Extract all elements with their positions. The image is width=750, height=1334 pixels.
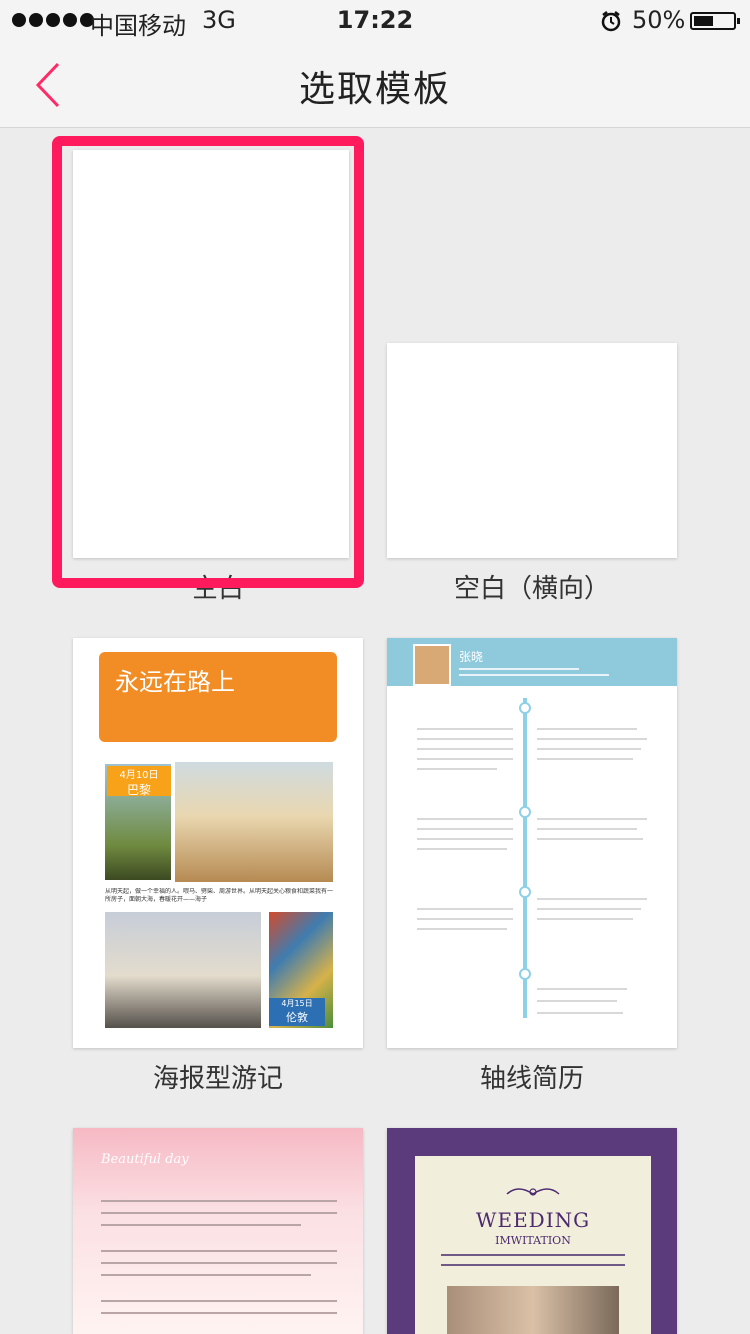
- resume-text-line: [537, 838, 643, 840]
- resume-name: 张晓: [459, 650, 484, 664]
- navigation-bar: 选取模板: [0, 42, 750, 128]
- battery-percentage: 50%: [632, 6, 686, 34]
- timeline-node: [519, 806, 531, 818]
- alarm-icon: [601, 11, 621, 32]
- resume-text-line: [537, 828, 637, 830]
- page-title: 选取模板: [298, 69, 451, 110]
- resume-text-line: [417, 738, 513, 740]
- invitation-card: WEEDING IMWITATION: [415, 1156, 651, 1334]
- timeline-node: [519, 968, 531, 980]
- resume-text-line: [537, 988, 627, 990]
- battery-icon: [690, 12, 740, 30]
- template-axis-resume[interactable]: 张晓: [387, 638, 677, 1048]
- resume-text-line: [537, 1012, 623, 1014]
- resume-text-line: [537, 758, 633, 760]
- template-text-line: [101, 1300, 337, 1302]
- template-text-line: [441, 1254, 625, 1256]
- resume-header-line: [459, 674, 609, 676]
- resume-text-line: [537, 738, 647, 740]
- date-tag-paris: 4月10日 巴黎: [107, 766, 171, 797]
- status-bar: 中国移动 3G 17:22 50%: [0, 0, 750, 42]
- poster-caption: 从明天起，做一个幸福的人。喂马、劈柴、周游世界。从明天起关心粮食和蔬菜我有一所房…: [105, 888, 333, 903]
- ornament-icon: [506, 1188, 560, 1196]
- resume-text-line: [417, 768, 497, 770]
- resume-text-line: [537, 898, 647, 900]
- timeline-node: [519, 886, 531, 898]
- template-label: 空白（横向）: [453, 574, 610, 604]
- template-text-line: [101, 1224, 301, 1226]
- poster-intro-text: [111, 698, 329, 736]
- resume-text-line: [417, 828, 513, 830]
- resume-text-line: [417, 838, 513, 840]
- london-photo: [105, 912, 261, 1028]
- couple-photo: [447, 1286, 619, 1334]
- template-text-line: [101, 1250, 337, 1252]
- template-label: 轴线简历: [479, 1064, 584, 1094]
- resume-text-line: [417, 928, 507, 930]
- poster-banner: 永远在路上: [99, 652, 337, 742]
- resume-text-line: [537, 1000, 617, 1002]
- tag-date: 4月15日: [281, 999, 313, 1008]
- resume-text-line: [537, 918, 633, 920]
- resume-text-line: [417, 728, 513, 730]
- invitation-subtitle: IMWITATION: [495, 1234, 571, 1247]
- resume-header-line: [459, 668, 579, 670]
- resume-text-line: [537, 818, 647, 820]
- resume-text-line: [417, 818, 513, 820]
- resume-header: 张晓: [387, 638, 677, 686]
- template-beautiful-day[interactable]: Beautiful day: [73, 1128, 363, 1334]
- tag-place: 巴黎: [126, 783, 151, 797]
- selection-highlight: [52, 136, 364, 588]
- template-label: 海报型游记: [152, 1064, 283, 1094]
- template-wedding-invitation[interactable]: WEEDING IMWITATION: [387, 1128, 677, 1334]
- resume-photo: [413, 644, 451, 686]
- resume-text-line: [417, 748, 513, 750]
- timeline-node: [519, 702, 531, 714]
- resume-text-line: [417, 848, 507, 850]
- template-poster-travelogue[interactable]: 永远在路上 4月10日 巴黎 从明天起，做一个幸福的人。喂马、劈柴、周游世界。从…: [73, 638, 363, 1048]
- invitation-title: WEEDING: [475, 1208, 591, 1232]
- date-tag-london: 4月15日 伦敦: [269, 998, 325, 1026]
- resume-text-line: [537, 908, 641, 910]
- template-text-line: [441, 1264, 625, 1266]
- paris-photo: [175, 762, 333, 882]
- resume-text-line: [417, 908, 513, 910]
- poster-title: 永远在路上: [115, 668, 235, 696]
- template-text-line: [101, 1212, 337, 1214]
- template-text-line: [101, 1274, 311, 1276]
- template-text-line: [101, 1262, 337, 1264]
- resume-text-line: [417, 758, 513, 760]
- template-title: Beautiful day: [101, 1152, 189, 1167]
- tag-place: 伦敦: [286, 1011, 308, 1024]
- template-text-line: [101, 1200, 337, 1202]
- tag-date: 4月10日: [119, 770, 159, 781]
- resume-text-line: [417, 918, 513, 920]
- resume-text-line: [537, 728, 637, 730]
- template-blank-landscape[interactable]: [387, 343, 677, 558]
- template-text-line: [101, 1312, 337, 1314]
- resume-text-line: [537, 748, 641, 750]
